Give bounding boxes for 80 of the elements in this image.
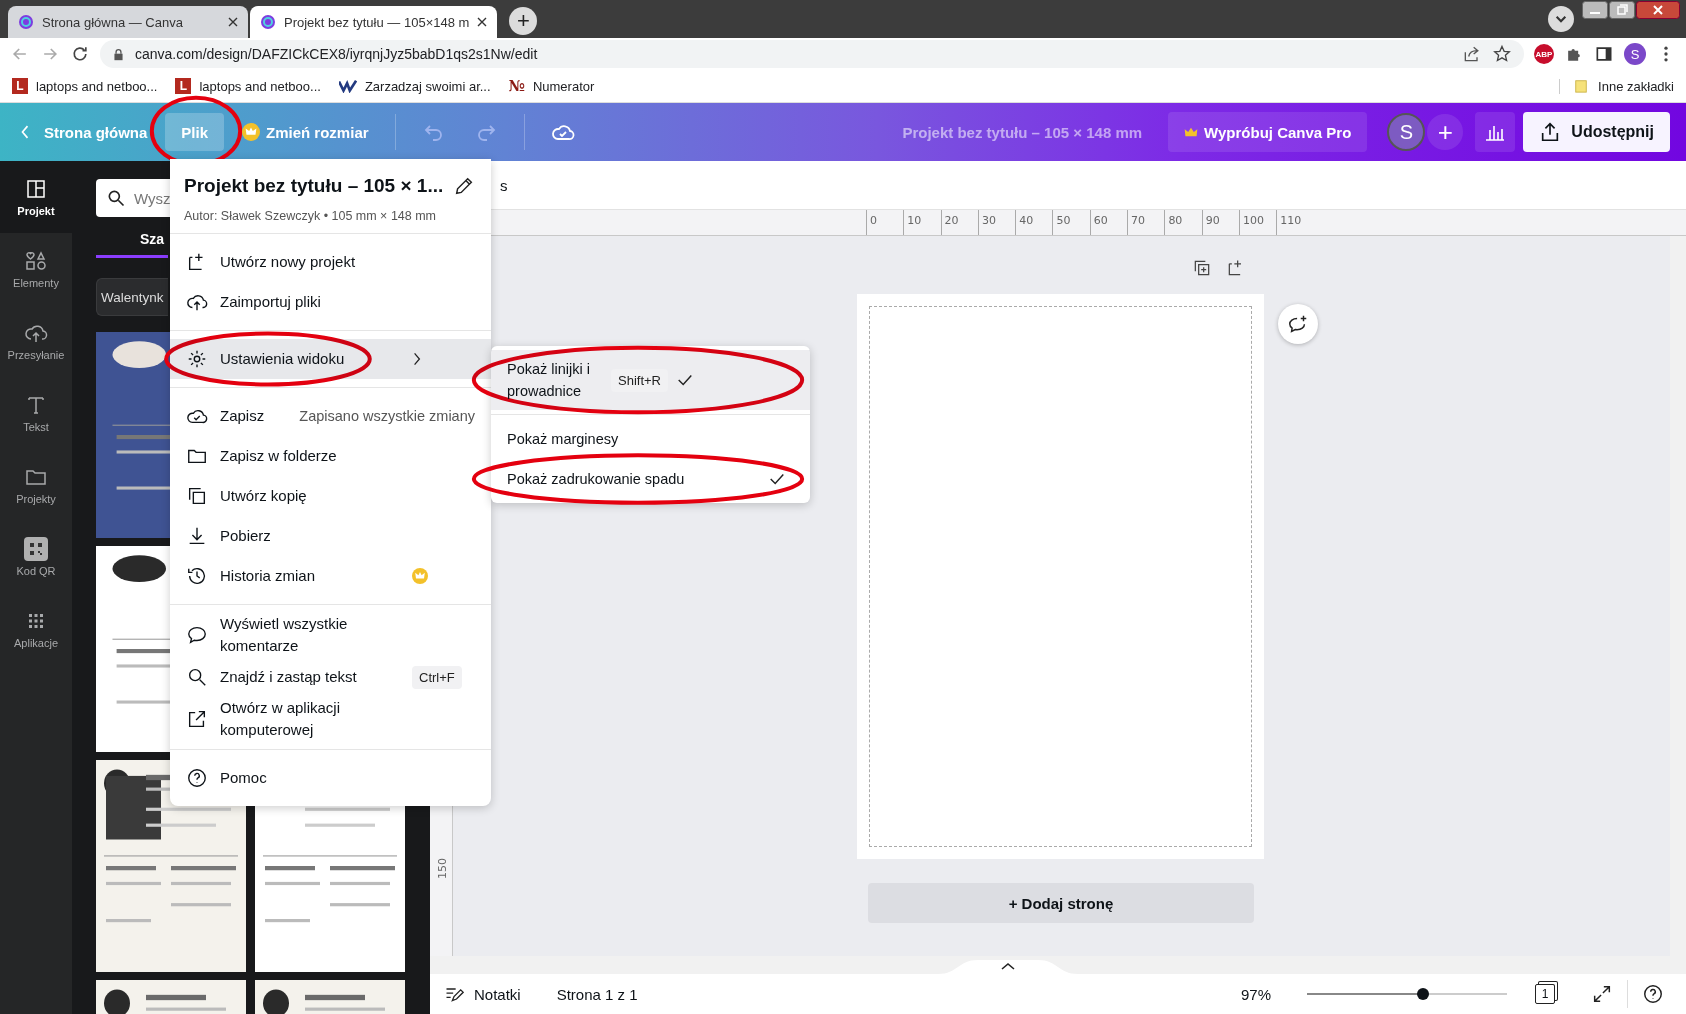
url-text: canva.com/design/DAFZICkCEX8/iyrqnjJyz5babD1qs2s1Nw/edit [135,46,538,62]
tab-search-icon[interactable] [1548,6,1574,32]
new-tab-button[interactable]: + [509,7,538,35]
pencil-icon[interactable] [453,175,475,197]
lock-icon [112,47,125,61]
fullscreen-icon[interactable] [1591,983,1613,1005]
close-icon[interactable] [1636,1,1680,19]
sidebar-item[interactable]: Kod QR [0,521,72,593]
wave-logo-icon [338,79,357,93]
panel-tab[interactable]: Sza [139,231,164,247]
sidebar-item[interactable]: Aplikacje [0,593,72,665]
help-icon[interactable] [1642,983,1664,1005]
user-avatar[interactable]: S [1387,113,1426,151]
app-logo-icon [18,14,34,30]
share-button[interactable]: Udostępnij [1523,112,1670,152]
zoom-level[interactable]: 97% [1240,985,1271,1003]
shortcut-hint: Shift+R [611,368,668,392]
tab-title: Strona główna — Canva [42,14,184,30]
add-people-button[interactable]: + [1427,114,1464,150]
insights-button[interactable] [1475,112,1516,152]
profile-avatar[interactable]: S [1624,43,1646,65]
close-icon[interactable] [477,17,488,27]
filter-chip[interactable]: Walentynk [96,278,168,316]
bookmark[interactable]: L laptops and netboo... [12,78,158,94]
notes-button[interactable]: Notatki [444,984,521,1004]
app-logo-icon [260,14,276,30]
try-pro-button[interactable]: Wypróbuj Canva Pro [1168,112,1368,152]
sidebar-item[interactable]: Projekt [0,161,72,233]
menu-item[interactable]: Pokaż zadrukowanie spadu [491,459,810,499]
sidebar-item[interactable]: Projekty [0,449,72,521]
shortcut-hint: Ctrl+F [412,665,462,689]
duplicate-page-icon[interactable] [1192,258,1212,278]
copy-icon [186,485,208,507]
restore-icon[interactable] [1609,1,1635,19]
search-icon [106,188,126,208]
browser-tab[interactable]: Projekt bez tytułu — 105×148 m [250,6,498,38]
sidebar-item[interactable]: Tekst [0,377,72,449]
bookmark[interactable]: Zarzadzaj swoimi ar... [338,78,491,94]
sidebar-item[interactable]: Elementy [0,233,72,305]
reload-icon[interactable] [70,44,90,64]
menu-item[interactable]: Pokaż linijki i prowadnice Shift+R [491,350,810,410]
shapes-icon [24,249,48,273]
menu-item[interactable]: Pokaż marginesy [491,419,810,459]
slider-thumb[interactable] [1417,988,1429,1000]
share-icon[interactable] [1462,44,1482,64]
sidebar-item[interactable]: Przesyłanie [0,305,72,377]
page-indicator[interactable]: Strona 1 z 1 [556,985,638,1003]
star-icon[interactable] [1492,44,1512,64]
bookmark[interactable]: № Numerator [508,77,595,95]
external-link-icon [186,708,208,730]
zoom-slider[interactable] [1307,987,1507,1001]
layout-icon [24,177,48,201]
settings-icon [186,348,208,370]
side-panel-icon[interactable] [1594,44,1614,64]
add-page-button[interactable]: + Dodaj stronę [868,883,1254,923]
chevron-left-icon [20,123,30,141]
history-icon [186,565,208,587]
comment-plus-icon [1287,313,1309,335]
add-comment-button[interactable] [1278,304,1318,344]
bookmark-logo: L [175,78,192,94]
tab-title: Projekt bez tytułu — 105×148 m [284,14,470,30]
close-icon[interactable] [228,17,238,27]
menu-title[interactable]: Projekt bez tytułu – 105 × 1... [184,175,444,197]
crown-icon [1184,127,1199,137]
browser-tab[interactable]: Strona główna — Canva [8,6,248,38]
bookmark-logo: № [508,77,525,95]
page-count-button[interactable]: 1 [1535,984,1555,1004]
address-field[interactable]: canva.com/design/DAFZICkCEX8/iyrqnjJyz5babD1qs2s1Nw/edit [100,40,1524,68]
help-icon [186,767,208,789]
search-icon [186,666,208,688]
menu-item[interactable]: Ustawienia widoku [170,339,491,379]
bookmark-logo: L [12,78,28,94]
speech-bubble-icon [186,624,208,646]
adblock-extension-button[interactable]: ABP [1534,44,1554,64]
toolbar-label[interactable]: s [500,176,508,194]
minimize-icon[interactable] [1582,1,1608,19]
other-bookmarks[interactable]: Inne zakładki [1559,78,1674,94]
bookmark[interactable]: L laptops and netboo... [175,78,321,94]
qr-code-icon [24,537,48,561]
menu-subtitle: Autor: Sławek Szewczyk • 105 mm × 148 mm [184,209,438,223]
